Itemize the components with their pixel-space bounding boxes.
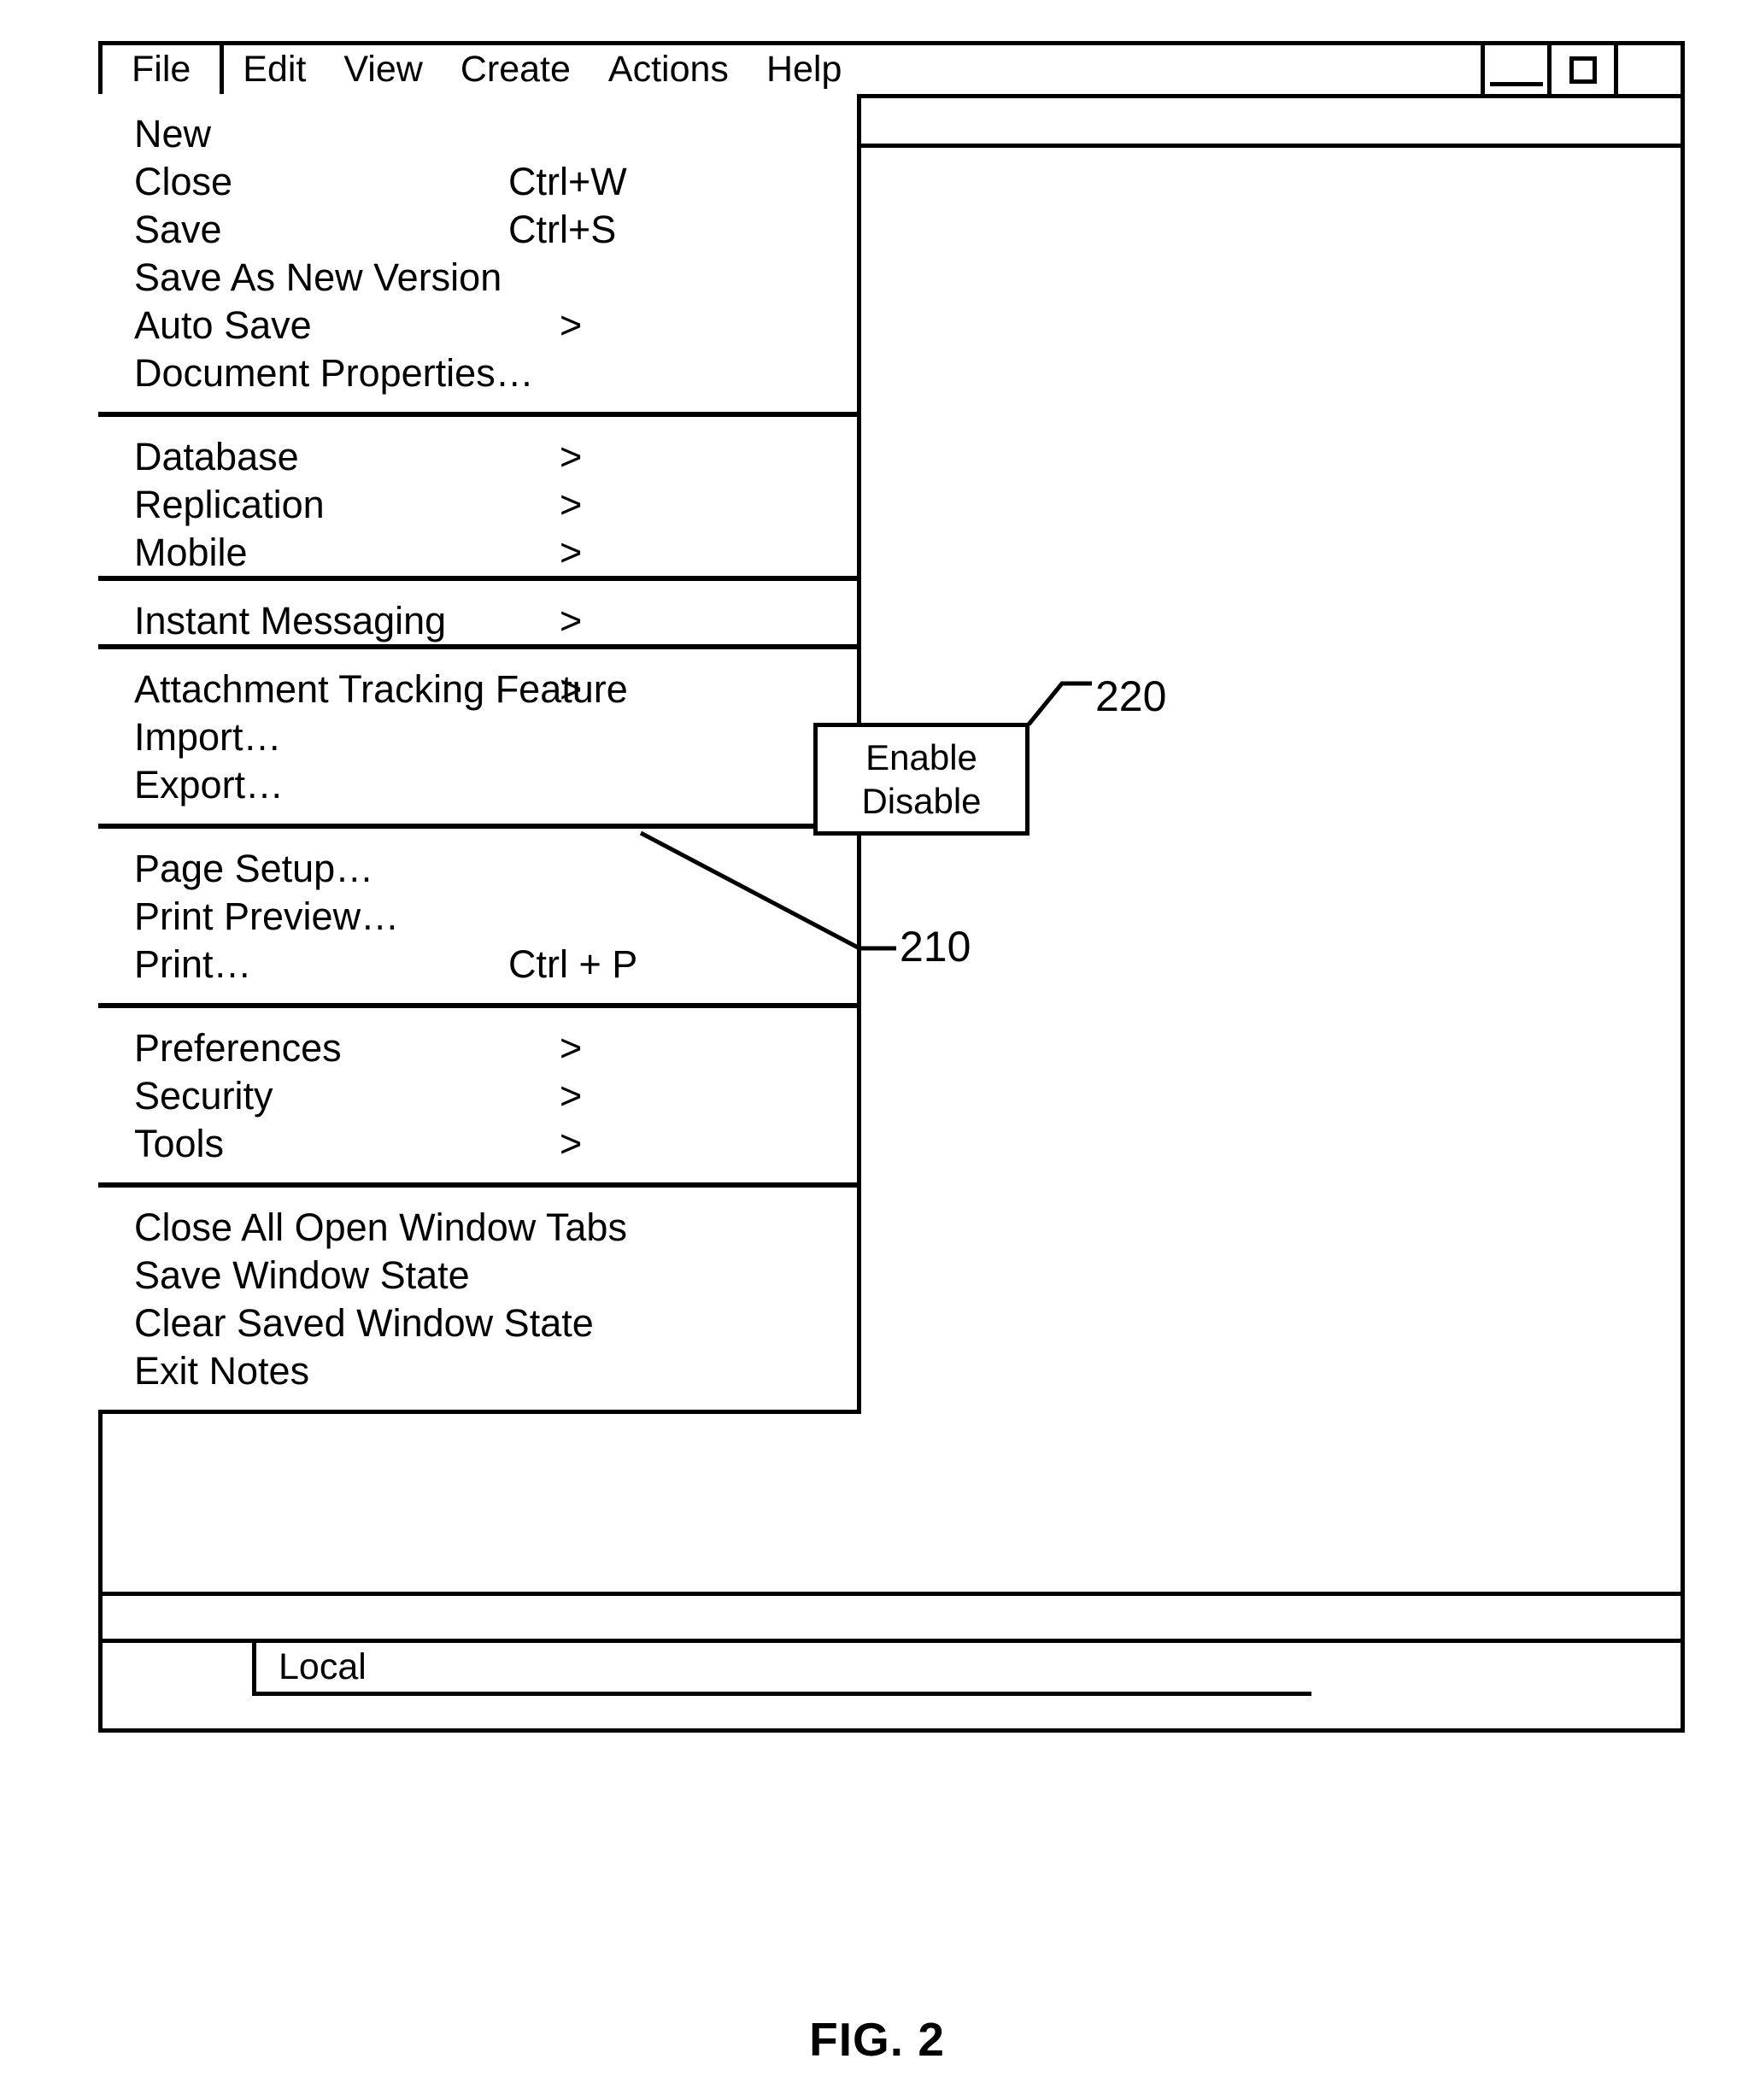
menu-item-export[interactable]: Export… bbox=[98, 760, 857, 808]
menu-item-tools[interactable]: Tools > bbox=[98, 1119, 857, 1167]
menu-item-new[interactable]: New bbox=[98, 109, 857, 157]
status-local-label: Local bbox=[279, 1646, 367, 1687]
menu-item-close-accel: Ctrl+W bbox=[508, 159, 627, 203]
menubar-item-edit-label: Edit bbox=[243, 49, 307, 90]
menu-item-mobile[interactable]: Mobile > bbox=[98, 528, 857, 576]
submenu-arrow-icon: > bbox=[560, 666, 583, 711]
menubar-item-actions[interactable]: Actions bbox=[590, 45, 748, 94]
menu-item-security-label: Security bbox=[134, 1073, 273, 1117]
callout-number-220: 220 bbox=[1095, 672, 1167, 720]
file-menu-group-4: Attachment Tracking Feature > Import… Ex… bbox=[98, 649, 857, 829]
menu-item-page-setup-label: Page Setup… bbox=[134, 846, 374, 890]
submenu-arrow-icon: > bbox=[560, 1025, 583, 1070]
close-button[interactable] bbox=[1614, 45, 1681, 94]
file-menu-group-6: Preferences > Security > Tools > bbox=[98, 1008, 857, 1188]
menu-item-auto-save-label: Auto Save bbox=[134, 302, 312, 347]
menu-item-mobile-label: Mobile bbox=[134, 530, 248, 574]
menu-item-tools-label: Tools bbox=[134, 1121, 225, 1165]
menubar-item-file[interactable]: File bbox=[103, 45, 225, 94]
menu-item-database[interactable]: Database > bbox=[98, 432, 857, 480]
callout-number-210: 210 bbox=[900, 923, 971, 971]
menu-item-clear-saved-window-state[interactable]: Clear Saved Window State bbox=[98, 1299, 857, 1346]
menu-item-close-all-open-window-tabs[interactable]: Close All Open Window Tabs bbox=[98, 1203, 857, 1251]
figure-caption: FIG. 2 bbox=[809, 2013, 945, 2066]
file-menu-group-7: Close All Open Window Tabs Save Window S… bbox=[98, 1188, 857, 1410]
menubar-item-file-label: File bbox=[132, 49, 191, 90]
file-menu-group-1: New Close Ctrl+W Save Ctrl+S Save As New… bbox=[98, 94, 857, 417]
menu-item-save[interactable]: Save Ctrl+S bbox=[98, 205, 857, 253]
menu-item-export-label: Export… bbox=[134, 762, 285, 807]
menu-item-instant-messaging-label: Instant Messaging bbox=[134, 598, 447, 642]
submenu-arrow-icon: > bbox=[560, 530, 583, 574]
submenu-arrow-icon: > bbox=[560, 1121, 583, 1165]
menu-item-replication-label: Replication bbox=[134, 482, 325, 526]
submenu-item-disable[interactable]: Disable bbox=[861, 779, 981, 823]
menu-item-save-window-state[interactable]: Save Window State bbox=[98, 1251, 857, 1299]
menu-item-database-label: Database bbox=[134, 434, 299, 478]
minimize-icon bbox=[1489, 81, 1543, 86]
menubar-item-actions-label: Actions bbox=[607, 49, 729, 90]
status-bar: Local bbox=[103, 1643, 1681, 1728]
menu-item-close[interactable]: Close Ctrl+W bbox=[98, 157, 857, 205]
menu-item-print-label: Print… bbox=[134, 941, 252, 986]
menu-bar: File Edit View Create Actions Help bbox=[103, 45, 1681, 98]
menu-item-auto-save[interactable]: Auto Save > bbox=[98, 301, 857, 349]
file-menu-group-3: Instant Messaging > bbox=[98, 581, 857, 649]
menubar-item-view[interactable]: View bbox=[325, 45, 441, 94]
file-menu-group-5: Page Setup… Print Preview… Print… Ctrl +… bbox=[98, 829, 857, 1008]
submenu-arrow-icon: > bbox=[560, 598, 583, 642]
maximize-button[interactable] bbox=[1547, 45, 1614, 94]
file-dropdown-menu: New Close Ctrl+W Save Ctrl+S Save As New… bbox=[98, 94, 861, 1414]
menu-item-save-window-state-label: Save Window State bbox=[134, 1252, 470, 1297]
menu-item-preferences-label: Preferences bbox=[134, 1025, 342, 1070]
menu-item-print[interactable]: Print… Ctrl + P bbox=[98, 940, 857, 988]
submenu-arrow-icon: > bbox=[560, 302, 583, 347]
menu-item-attachment-tracking-feature-label: Attachment Tracking Feature bbox=[134, 666, 628, 711]
menu-item-close-label: Close bbox=[134, 159, 233, 203]
menu-item-clear-saved-window-state-label: Clear Saved Window State bbox=[134, 1300, 594, 1345]
menu-item-page-setup[interactable]: Page Setup… bbox=[98, 844, 857, 892]
menu-item-new-label: New bbox=[134, 111, 212, 155]
menu-item-instant-messaging[interactable]: Instant Messaging > bbox=[98, 596, 857, 644]
menubar-item-edit[interactable]: Edit bbox=[224, 45, 325, 94]
maximize-icon bbox=[1569, 56, 1597, 84]
menu-item-save-label: Save bbox=[134, 207, 222, 251]
submenu-arrow-icon: > bbox=[560, 482, 583, 526]
menu-item-print-preview-label: Print Preview… bbox=[134, 894, 400, 938]
submenu-item-enable[interactable]: Enable bbox=[865, 736, 977, 779]
menu-item-document-properties[interactable]: Document Properties… bbox=[98, 349, 857, 396]
menu-item-save-as-new-version-label: Save As New Version bbox=[134, 255, 502, 299]
menubar-item-help-label: Help bbox=[766, 49, 842, 90]
menu-item-replication[interactable]: Replication > bbox=[98, 480, 857, 528]
menu-item-security[interactable]: Security > bbox=[98, 1071, 857, 1119]
status-cell-local[interactable]: Local bbox=[252, 1643, 1311, 1696]
bottom-divider-bar bbox=[103, 1592, 1681, 1643]
menu-item-preferences[interactable]: Preferences > bbox=[98, 1024, 857, 1071]
submenu-arrow-icon: > bbox=[560, 434, 583, 478]
menu-item-close-all-open-window-tabs-label: Close All Open Window Tabs bbox=[134, 1205, 627, 1249]
menubar-item-create-label: Create bbox=[460, 49, 571, 90]
menu-item-exit-notes[interactable]: Exit Notes bbox=[98, 1346, 857, 1394]
menu-item-print-accel: Ctrl + P bbox=[508, 941, 638, 986]
submenu-arrow-icon: > bbox=[560, 1073, 583, 1117]
menu-item-print-preview[interactable]: Print Preview… bbox=[98, 892, 857, 940]
menu-item-attachment-tracking-feature[interactable]: Attachment Tracking Feature > bbox=[98, 665, 857, 713]
menu-item-import[interactable]: Import… bbox=[98, 713, 857, 760]
menubar-item-help[interactable]: Help bbox=[748, 45, 860, 94]
menu-item-document-properties-label: Document Properties… bbox=[134, 350, 534, 395]
file-menu-group-2: Database > Replication > Mobile > bbox=[98, 417, 857, 581]
menu-item-save-as-new-version[interactable]: Save As New Version bbox=[98, 253, 857, 301]
menu-item-save-accel: Ctrl+S bbox=[508, 207, 617, 251]
menubar-item-create[interactable]: Create bbox=[442, 45, 590, 94]
menu-item-exit-notes-label: Exit Notes bbox=[134, 1348, 310, 1393]
menubar-item-view-label: View bbox=[343, 49, 423, 90]
minimize-button[interactable] bbox=[1481, 45, 1547, 94]
menubar-spacer bbox=[860, 45, 1481, 94]
attachment-tracking-submenu: Enable Disable bbox=[813, 723, 1030, 836]
menu-item-import-label: Import… bbox=[134, 714, 282, 759]
